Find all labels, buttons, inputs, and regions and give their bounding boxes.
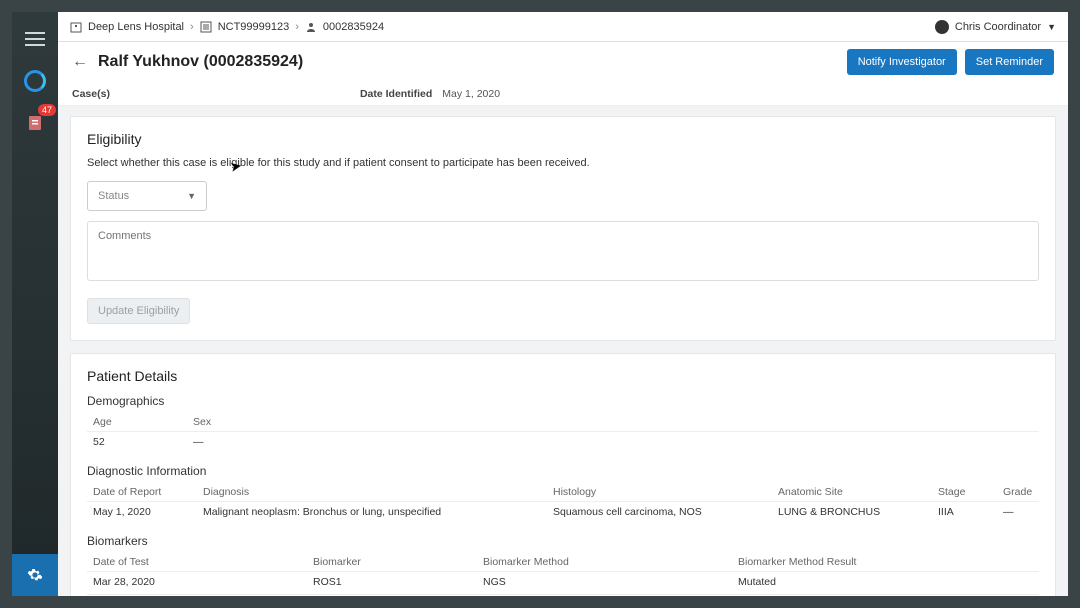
table-row: Mar 28, 2020 ROS1 NGS Mutated [87, 572, 1039, 595]
table-row: May 1, 2020 Malignant neoplasm: Bronchus… [87, 502, 1039, 525]
chevron-right-icon: › [190, 21, 194, 33]
table-row: 52 — [87, 432, 1039, 455]
status-placeholder: Status [98, 190, 129, 202]
settings-button[interactable] [12, 554, 58, 596]
col-date-report: Date of Report [87, 482, 197, 502]
col-anatomic: Anatomic Site [772, 482, 932, 502]
caret-down-icon: ▼ [1047, 22, 1056, 32]
cell: Mar 28, 2020 [87, 572, 307, 595]
eligibility-subtext: Select whether this case is eligible for… [87, 157, 1039, 169]
page-title: Ralf Yukhnov (0002835924) [98, 53, 303, 71]
cell: Presumed Pathogenic [732, 595, 1039, 597]
cell: NGS [477, 572, 732, 595]
col-histology: Histology [547, 482, 772, 502]
cases-label: Case(s) [72, 88, 110, 100]
breadcrumb-trial[interactable]: NCT99999123 [218, 21, 290, 33]
demographics-title: Demographics [87, 394, 1039, 408]
cell: IIIA [932, 502, 997, 525]
cell: Squamous cell carcinoma, NOS [547, 502, 772, 525]
cases-icon[interactable]: 47 [20, 108, 50, 138]
breadcrumb-bar: Deep Lens Hospital › NCT99999123 › 00028… [58, 12, 1068, 42]
col-diagnosis: Diagnosis [197, 482, 547, 502]
user-menu[interactable]: Chris Coordinator ▼ [935, 20, 1056, 34]
hospital-icon [70, 21, 82, 33]
chevron-down-icon: ▼ [187, 191, 196, 201]
patient-details-title: Patient Details [87, 368, 1039, 384]
biomarkers-table: Date of Test Biomarker Biomarker Method … [87, 552, 1039, 596]
breadcrumb-patient[interactable]: 0002835924 [323, 21, 384, 33]
cell: Malignant neoplasm: Bronchus or lung, un… [197, 502, 547, 525]
cell: — [997, 502, 1039, 525]
biomarkers-title: Biomarkers [87, 534, 1039, 548]
cell: LUNG & BRONCHUS [772, 502, 932, 525]
cell: ALK [307, 595, 477, 597]
patient-details-card: Patient Details Demographics Age Sex 52 … [70, 353, 1056, 596]
diagnostic-table: Date of Report Diagnosis Histology Anato… [87, 482, 1039, 524]
sidebar: 47 [12, 12, 58, 596]
col-age: Age [87, 412, 187, 432]
trial-icon [200, 21, 212, 33]
breadcrumb-hospital[interactable]: Deep Lens Hospital [88, 21, 184, 33]
back-arrow-icon[interactable]: ← [72, 53, 88, 71]
col-biomarker: Biomarker [307, 552, 477, 572]
cell: ROS1 [307, 572, 477, 595]
diagnostic-title: Diagnostic Information [87, 464, 1039, 478]
cell: Mutated [732, 572, 1039, 595]
user-name: Chris Coordinator [955, 21, 1041, 33]
table-row: Mar 28, 2020 ALK NGS Presumed Pathogenic [87, 595, 1039, 597]
col-result: Biomarker Method Result [732, 552, 1039, 572]
status-select[interactable]: Status ▼ [87, 181, 207, 211]
eligibility-title: Eligibility [87, 131, 1039, 147]
date-identified-label: Date Identified [360, 88, 432, 100]
cell-sex: — [187, 432, 1039, 455]
avatar-icon [935, 20, 949, 34]
person-icon [305, 21, 317, 33]
logo-icon[interactable] [20, 66, 50, 96]
col-sex: Sex [187, 412, 1039, 432]
col-date-test: Date of Test [87, 552, 307, 572]
col-grade: Grade [997, 482, 1039, 502]
menu-icon[interactable] [20, 24, 50, 54]
cell: NGS [477, 595, 732, 597]
eligibility-card: Eligibility Select whether this case is … [70, 116, 1056, 341]
chevron-right-icon: › [295, 21, 299, 33]
set-reminder-button[interactable]: Set Reminder [965, 49, 1054, 75]
update-eligibility-button[interactable]: Update Eligibility [87, 298, 190, 324]
cases-badge: 47 [38, 104, 56, 116]
col-method: Biomarker Method [477, 552, 732, 572]
notify-investigator-button[interactable]: Notify Investigator [847, 49, 957, 75]
demographics-table: Age Sex 52 — [87, 412, 1039, 454]
date-identified-value: May 1, 2020 [442, 88, 500, 100]
col-stage: Stage [932, 482, 997, 502]
cell-age: 52 [87, 432, 187, 455]
cell: May 1, 2020 [87, 502, 197, 525]
comments-input[interactable] [87, 221, 1039, 281]
cell: Mar 28, 2020 [87, 595, 307, 597]
main-content: Deep Lens Hospital › NCT99999123 › 00028… [58, 12, 1068, 596]
